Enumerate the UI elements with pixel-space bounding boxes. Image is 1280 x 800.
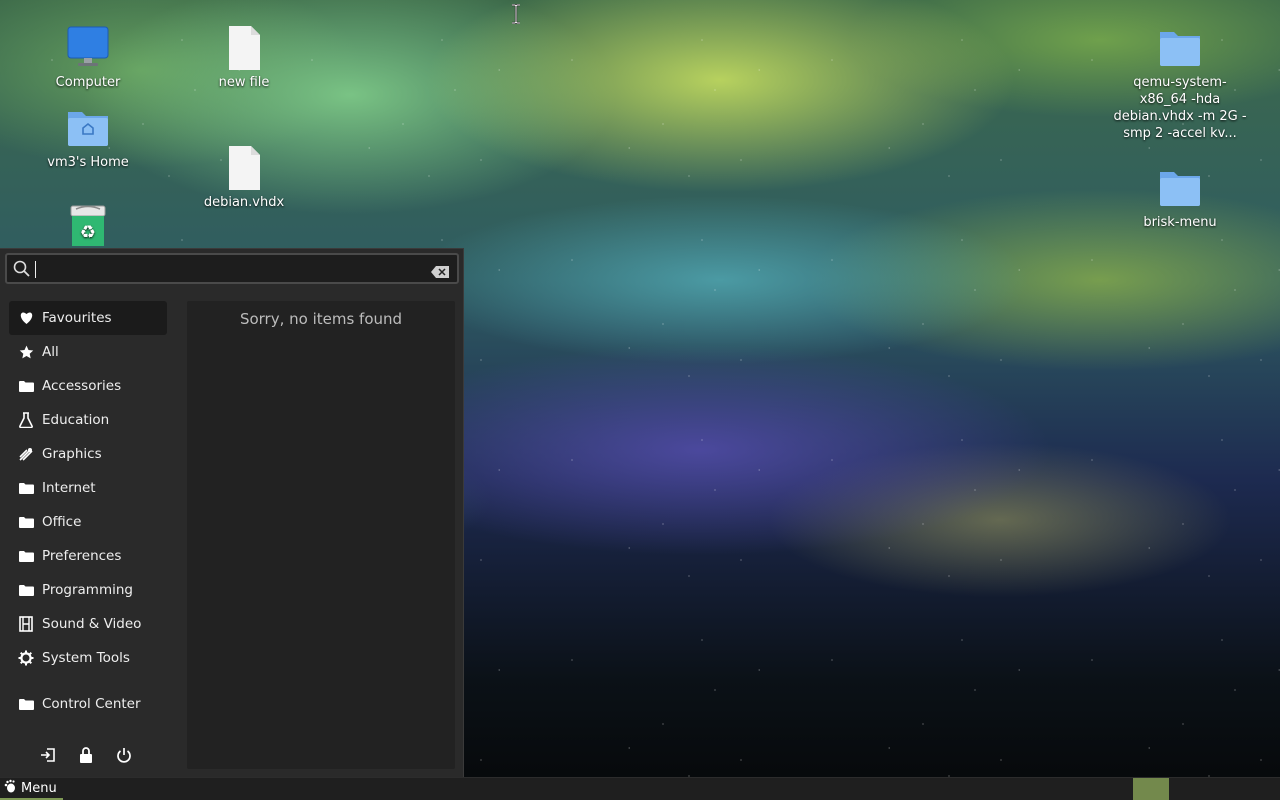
workspace-switcher-active[interactable] [1133, 778, 1169, 800]
category-internet[interactable]: Internet [9, 471, 167, 505]
desktop-icon-label: debian.vhdx [203, 195, 285, 210]
film-icon [18, 616, 34, 632]
category-all[interactable]: All [9, 335, 167, 369]
desktop-icon-home[interactable]: vm3's Home [18, 104, 158, 171]
category-sound-video[interactable]: Sound & Video [9, 607, 167, 641]
desktop-icon-debian-vhdx[interactable]: debian.vhdx [174, 144, 314, 211]
category-label: Sound & Video [42, 616, 142, 632]
star-icon [18, 344, 34, 360]
gnome-foot-icon [3, 779, 17, 797]
text-caret [35, 261, 36, 278]
category-label: Favourites [42, 310, 112, 326]
desktop-icon-label: brisk-menu [1143, 215, 1217, 230]
folder-icon [18, 480, 34, 496]
category-label: Internet [42, 480, 96, 496]
file-icon [220, 144, 268, 192]
category-label: System Tools [42, 650, 130, 666]
category-label: Office [42, 514, 82, 530]
search-icon [13, 260, 31, 282]
category-favourites[interactable]: Favourites [9, 301, 167, 335]
desktop-icon-brisk-menu[interactable]: brisk-menu [1110, 164, 1250, 231]
category-label: Programming [42, 582, 133, 598]
category-label: Graphics [42, 446, 102, 462]
desktop-icon-computer[interactable]: Computer [18, 24, 158, 91]
folder-icon [18, 582, 34, 598]
gear-icon [18, 650, 34, 666]
search-input[interactable] [33, 258, 427, 282]
folder-icon [1156, 24, 1204, 72]
folder-icon [18, 514, 34, 530]
desktop-icon-label: qemu-system-x86_64 -hda debian.vhdx -m 2… [1113, 75, 1247, 141]
category-system-tools[interactable]: System Tools [9, 641, 167, 675]
category-label: Education [42, 412, 110, 428]
category-accessories[interactable]: Accessories [9, 369, 167, 403]
desktop-icon-qemu-folder[interactable]: qemu-system-x86_64 -hda debian.vhdx -m 2… [1110, 24, 1250, 142]
category-education[interactable]: Education [9, 403, 167, 437]
logout-icon[interactable] [40, 747, 56, 763]
category-label: Accessories [42, 378, 122, 394]
desktop-icon-label: Computer [55, 75, 121, 90]
flask-icon [18, 412, 34, 428]
palette-icon [18, 446, 34, 462]
lock-icon[interactable] [78, 747, 94, 763]
category-control-center[interactable]: Control Center [9, 687, 167, 721]
ibeam-cursor-icon [512, 4, 520, 24]
trash-icon: ♻ [64, 200, 112, 248]
desktop-icon-new-file[interactable]: new file [174, 24, 314, 91]
clear-search-icon[interactable] [431, 263, 449, 282]
category-label: Preferences [42, 548, 122, 564]
category-programming[interactable]: Programming [9, 573, 167, 607]
application-menu: Favourites All Accessories Education Gra… [0, 248, 464, 777]
category-list: Favourites All Accessories Education Gra… [9, 301, 167, 721]
category-label: All [42, 344, 59, 360]
svg-text:♻: ♻ [80, 222, 96, 243]
category-office[interactable]: Office [9, 505, 167, 539]
category-graphics[interactable]: Graphics [9, 437, 167, 471]
folder-icon [18, 696, 34, 712]
results-pane: Sorry, no items found [187, 301, 455, 769]
folder-icon [18, 378, 34, 394]
menu-button[interactable]: Menu [0, 778, 63, 800]
folder-icon [1156, 164, 1204, 212]
session-buttons [40, 747, 132, 763]
desktop-icon-label: new file [218, 75, 270, 90]
folder-icon [18, 548, 34, 564]
monitor-icon [64, 24, 112, 72]
bottom-panel: Menu [0, 777, 1280, 800]
desktop-icon-trash[interactable]: ♻ [18, 200, 158, 250]
category-label: Control Center [42, 696, 141, 712]
power-icon[interactable] [116, 747, 132, 763]
category-preferences[interactable]: Preferences [9, 539, 167, 573]
empty-results-message: Sorry, no items found [239, 310, 403, 328]
heart-icon [18, 310, 34, 326]
search-box[interactable] [5, 253, 459, 284]
home-folder-icon [64, 104, 112, 152]
menu-button-label: Menu [21, 780, 57, 796]
desktop-icon-label: vm3's Home [47, 155, 129, 170]
file-icon [220, 24, 268, 72]
